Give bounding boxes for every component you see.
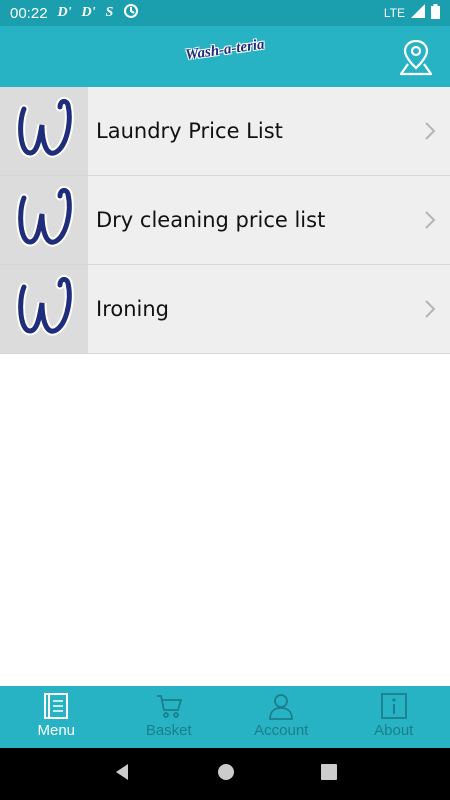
list-item-laundry-price-list[interactable]: Laundry Price List <box>0 87 450 176</box>
chevron-right-icon <box>410 299 450 319</box>
tab-basket[interactable]: Basket <box>113 686 226 748</box>
signal-icon <box>411 4 425 22</box>
person-icon <box>269 694 294 720</box>
status-time: 00:22 <box>10 4 48 22</box>
list-item-ironing[interactable]: Ironing <box>0 265 450 354</box>
bottom-tab-bar: Menu Basket Account About <box>0 686 450 748</box>
cart-icon <box>156 695 182 718</box>
tab-about[interactable]: About <box>338 686 450 748</box>
tab-account[interactable]: Account <box>225 686 338 748</box>
list-item-label: Ironing <box>96 297 169 321</box>
recents-button[interactable] <box>321 764 337 784</box>
status-bar: 00:22 D' D' S LTE <box>0 0 450 26</box>
list-item-dry-cleaning-price-list[interactable]: Dry cleaning price list <box>0 176 450 265</box>
chevron-right-icon <box>410 121 450 141</box>
chevron-right-icon <box>410 210 450 230</box>
list-item-label: Dry cleaning price list <box>96 208 326 232</box>
w-logo-icon <box>0 87 88 175</box>
notification-d-icon: D' <box>57 5 72 20</box>
notification-s-icon: S <box>105 5 114 20</box>
notification-d-icon: D' <box>81 5 96 20</box>
home-circle-icon <box>218 764 234 780</box>
sync-icon <box>123 3 139 23</box>
price-list-menu: Laundry Price List Dry cleaning price li… <box>0 87 450 354</box>
battery-icon <box>431 3 440 23</box>
back-triangle-icon <box>116 764 128 780</box>
app-header: Wash-a-teria <box>0 26 450 87</box>
w-logo-icon <box>0 265 88 353</box>
app-logo: Wash-a-teria <box>184 36 266 64</box>
location-button[interactable] <box>398 38 434 76</box>
network-type: LTE <box>383 6 405 20</box>
home-button[interactable] <box>217 763 235 785</box>
tab-label: Menu <box>37 722 76 739</box>
back-button[interactable] <box>113 763 131 785</box>
tab-menu[interactable]: Menu <box>0 686 113 748</box>
map-pin-icon <box>399 39 433 76</box>
system-navigation-bar <box>0 748 450 800</box>
book-icon <box>44 693 69 719</box>
info-icon <box>380 693 407 719</box>
tab-label: Basket <box>145 722 192 739</box>
tab-label: About <box>374 722 414 739</box>
recents-square-icon <box>321 764 337 780</box>
tab-label: Account <box>254 722 309 739</box>
list-item-label: Laundry Price List <box>96 119 283 143</box>
w-logo-icon <box>0 176 88 264</box>
